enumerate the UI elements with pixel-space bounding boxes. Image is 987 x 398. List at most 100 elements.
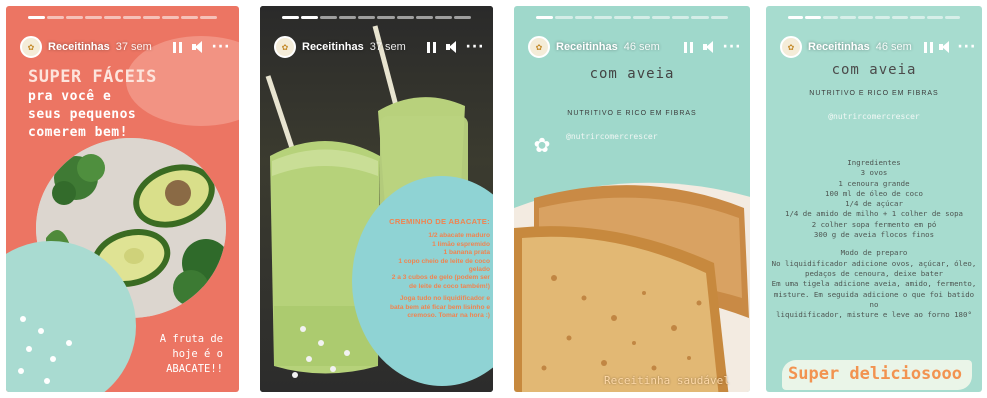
decorative-dot [306,356,312,362]
progress-segment [434,16,452,19]
story-progress-bar [536,16,729,19]
progress-segment [710,16,729,19]
story-3-handle: @nutrircomercrescer [566,132,658,141]
progress-segment [555,16,573,19]
story-3-caption: Receitinha saudável [604,374,730,387]
ingredient-line: 1 cenoura grande [838,178,910,188]
story-time: 46 sem [623,41,660,53]
progress-segment [944,16,961,19]
story-username[interactable]: Receitinhas [302,41,364,53]
speaker-mute-icon[interactable] [191,39,207,55]
progress-segment [161,16,179,19]
avatar-icon[interactable]: ✿ [528,36,550,58]
progress-segment [805,16,821,19]
story-header: ✿ Receitinhas 46 sem ··· [528,34,740,60]
speaker-mute-icon[interactable] [445,39,461,55]
more-dots-icon[interactable]: ··· [957,39,975,55]
story-time: 46 sem [875,41,912,53]
story-card-1[interactable]: ✿ Receitinhas 37 sem ··· SUPER FÁCEIS pr… [6,6,239,392]
avatar-icon[interactable]: ✿ [274,36,296,58]
decorative-dot [44,378,50,384]
caption-line: hoje é o [172,348,223,360]
method-line: misture. Em seguida adicione o que foi b… [773,289,975,309]
carrot-cake-recipe: Ingredientes 3 ovos 1 cenoura grande 100… [768,158,980,320]
ingredient-line: de leite de coco também!) [409,282,490,290]
method-line: liquidificador, misture e leve ao forno … [776,310,972,320]
story-progress-bar [28,16,217,19]
story-card-2[interactable]: ✿ Receitinhas 37 sem ··· CREMINHO DE ABA… [260,6,493,392]
story-header: ✿ Receitinhas 37 sem ··· [20,34,229,60]
ingredient-line: 1/4 de açúcar [845,199,903,209]
more-dots-icon[interactable]: ··· [466,39,484,55]
instruction-line: Joga tudo no liquidificador e [399,295,490,303]
story-card-3[interactable]: ✿ Receitinhas 46 sem ··· com aveia NUTRI… [514,6,750,392]
title-line: seus pequenos [28,107,137,122]
ingredient-line: 1 banana prata [443,249,490,257]
decorative-dot [318,340,324,346]
method-title: Modo de preparo [840,248,908,258]
progress-segment [691,16,709,19]
speaker-mute-icon[interactable] [938,39,953,55]
ingredients-title: Ingredientes [847,158,901,167]
progress-segment [671,16,690,19]
more-dots-icon[interactable]: ··· [212,39,230,55]
progress-segment [633,16,651,19]
avocado-cream-recipe: CREMINHO DE ABACATE: 1/2 abacate maduro … [372,217,490,320]
instruction-line: bata bem até ficar bem lisinho e [389,303,490,311]
more-dots-icon[interactable]: ··· [723,39,741,55]
progress-segment [282,16,300,19]
progress-segment [123,16,141,19]
progress-segment [594,16,612,19]
progress-segment [358,16,376,19]
decorative-dot [330,366,336,372]
ingredient-line: 1 copo cheio de leite de coco [398,257,490,265]
progress-segment [875,16,891,19]
progress-segment [377,16,395,19]
avatar-icon[interactable]: ✿ [780,36,802,58]
caption-line: A fruta de [159,333,223,345]
decorative-dot [18,368,24,374]
decorative-dot [292,372,298,378]
speaker-mute-icon[interactable] [702,39,718,55]
pause-icon[interactable] [169,39,185,55]
pause-icon[interactable] [923,39,933,55]
progress-segment [320,16,338,19]
brand-logo-icon: ✿ [533,133,551,157]
decorative-dot [50,356,56,362]
pause-icon[interactable] [680,39,696,55]
instruction-line: cremoso. Tomar na hora :) [407,312,490,320]
story-username[interactable]: Receitinhas [48,41,110,53]
progress-segment [142,16,160,19]
progress-segment [822,16,839,19]
ingredient-line: gelado [468,266,490,274]
title-line: pra você e [28,89,112,104]
progress-segment [892,16,908,19]
ingredient-line: 3 ovos [860,168,888,178]
method-line: Em uma tigela adicione aveia, amido, fer… [771,279,977,289]
progress-segment [909,16,926,19]
method-line: No liquidificador adicione ovos, açúcar,… [771,258,977,268]
progress-segment [199,16,217,19]
progress-segment [85,16,103,19]
story-progress-bar [282,16,471,19]
progress-segment [788,16,804,19]
ingredient-line: 1/2 abacate maduro [428,232,490,240]
story-username[interactable]: Receitinhas [556,41,618,53]
title-line: SUPER FÁCEIS [28,67,157,87]
story-card-4[interactable]: ✿ Receitinhas 46 sem ··· com aveia NUTRI… [766,6,982,392]
ingredient-line: 1/4 de amido de milho + 1 colher de sopa [785,209,963,219]
decorative-dot [38,328,44,334]
story-username[interactable]: Receitinhas [808,41,870,53]
story-4-title: com aveia [831,62,917,78]
progress-segment [927,16,943,19]
progress-segment [180,16,198,19]
progress-segment [28,16,46,19]
progress-segment [574,16,593,19]
decorative-dot [300,326,306,332]
story-4-handle: @nutrircomercrescer [828,112,920,121]
pause-icon[interactable] [423,39,439,55]
carrot-cake-photo [514,182,750,392]
progress-segment [453,16,471,19]
story-header: ✿ Receitinhas 46 sem ··· [780,34,975,60]
avatar-icon[interactable]: ✿ [20,36,42,58]
